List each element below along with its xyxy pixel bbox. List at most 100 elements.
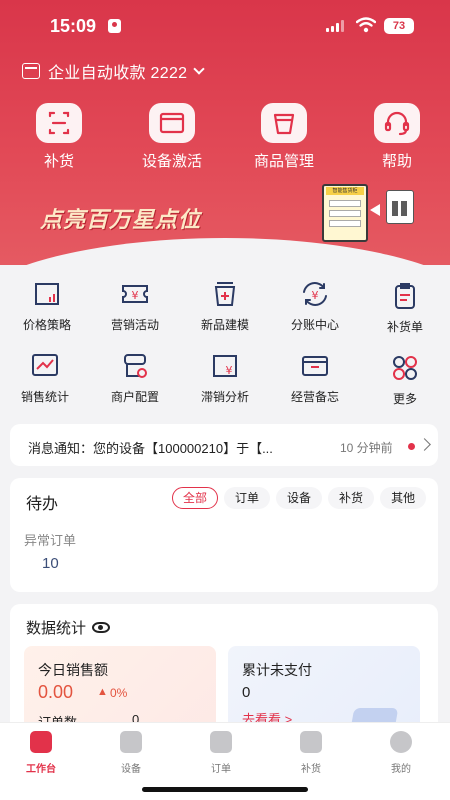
svg-text:¥: ¥ (312, 289, 319, 302)
tab-label: 工作台 (26, 764, 56, 775)
abnormal-orders-label: 异常订单 (24, 533, 77, 548)
svg-text:¥: ¥ (132, 289, 139, 302)
quick-action-label: 商品管理 (253, 153, 314, 170)
account-switcher[interactable]: 企业自动收款 2222 (22, 60, 206, 82)
tab-label: 设备 (121, 764, 141, 775)
today-sales-label: 今日销售额 (38, 662, 108, 678)
abnormal-orders-count[interactable]: 10 (42, 555, 59, 572)
todo-title: 待办 (26, 496, 59, 513)
message-notice-bar[interactable]: 消息通知：您的设备【100000210】于【... 10 分钟前 (10, 424, 438, 466)
function-grid: 价格策略 ¥ 营销活动 新品建模 ¥ 分账中心 补货单 销售统计 商户配置 ¥ … (0, 272, 450, 412)
clipboard-icon (388, 280, 422, 312)
grid-item-price-strategy[interactable]: 价格策略 (2, 278, 92, 333)
yen-coupon-icon: ¥ (118, 278, 152, 310)
tab-profile[interactable]: 我的 (371, 731, 431, 775)
todo-card: 待办 全部 订单 设备 补货 其他 异常订单 10 (10, 478, 438, 592)
filter-all[interactable]: 全部 (172, 487, 219, 509)
grid-item-label: 分账中心 (290, 318, 339, 332)
quick-action-device-activate[interactable]: 设备激活 (122, 103, 222, 171)
grid-item-label: 销售统计 (20, 390, 69, 404)
merchant-config-icon (118, 350, 152, 382)
svg-text:¥: ¥ (226, 364, 233, 377)
more-icon (388, 352, 422, 384)
filter-restock[interactable]: 补货 (328, 487, 375, 509)
grid-item-label: 营销活动 (110, 318, 159, 332)
quick-action-label: 设备激活 (141, 153, 202, 170)
grid-item-marketing[interactable]: ¥ 营销活动 (90, 278, 180, 333)
quick-action-restock[interactable]: 补货 (9, 103, 109, 171)
grid-item-label: 经营备忘 (290, 390, 339, 404)
notice-time: 10 分钟前 (340, 441, 393, 455)
grid-item-new-product[interactable]: 新品建模 (180, 278, 270, 333)
banner-pointer-icon (370, 204, 380, 216)
headset-icon (374, 103, 420, 143)
sales-chart-icon (28, 350, 62, 382)
price-chart-icon (30, 278, 64, 310)
grid-item-more[interactable]: 更多 (360, 352, 450, 407)
quick-action-label: 帮助 (381, 153, 412, 170)
promo-banner-text[interactable]: 点亮百万星点位 (40, 202, 201, 234)
yen-cycle-icon: ¥ (298, 278, 332, 310)
grid-item-restock-order[interactable]: 补货单 (360, 280, 450, 335)
contact-badge-icon (108, 19, 121, 33)
header-curve (0, 238, 450, 265)
grid-item-label: 更多 (392, 392, 417, 406)
wifi-icon (356, 17, 376, 33)
restock-truck-icon (300, 731, 322, 753)
cup-icon (261, 103, 307, 143)
scan-icon (36, 103, 82, 143)
tab-orders[interactable]: 订单 (191, 731, 251, 775)
today-sales-change: 0% (110, 686, 128, 700)
quick-action-help[interactable]: 帮助 (347, 103, 447, 171)
store-icon (22, 63, 40, 79)
device-icon (120, 731, 142, 753)
stats-title: 数据统计 (26, 620, 87, 637)
home-indicator (142, 787, 308, 792)
grid-item-merchant-config[interactable]: 商户配置 (90, 350, 180, 405)
grid-item-label: 补货单 (386, 320, 423, 334)
filter-orders[interactable]: 订单 (224, 487, 271, 509)
grid-item-label: 滞销分析 (200, 390, 249, 404)
unread-dot-icon (408, 443, 415, 450)
grid-item-label: 商户配置 (110, 390, 159, 404)
filter-other[interactable]: 其他 (380, 487, 427, 509)
grid-item-slow-sales[interactable]: ¥ 滞销分析 (180, 350, 270, 405)
tab-label: 我的 (391, 764, 411, 775)
arrow-up-icon: ▲ (97, 686, 108, 698)
tab-label: 补货 (301, 764, 321, 775)
tab-label: 订单 (211, 764, 231, 775)
todo-filter-tabs: 全部 订单 设备 补货 其他 (172, 487, 432, 511)
slow-sales-icon: ¥ (208, 350, 242, 382)
status-bar: 15:09 73 (0, 0, 450, 50)
chevron-right-icon (418, 438, 431, 451)
grid-item-business-memo[interactable]: 经营备忘 (270, 350, 360, 405)
tab-restock[interactable]: 补货 (281, 731, 341, 775)
tab-workbench[interactable]: 工作台 (11, 731, 71, 775)
quick-action-product-manage[interactable]: 商品管理 (234, 103, 334, 171)
status-time: 15:09 (50, 16, 97, 36)
quick-action-label: 补货 (43, 153, 74, 170)
grid-item-label: 价格策略 (22, 318, 71, 332)
battery-indicator: 73 (384, 18, 414, 34)
qr-code-icon (386, 190, 414, 224)
profile-icon (390, 731, 412, 753)
unpaid-label: 累计未支付 (242, 662, 312, 678)
account-name: 企业自动收款 2222 (48, 65, 188, 82)
eye-icon[interactable] (92, 622, 111, 633)
signal-icon (326, 20, 346, 32)
grid-item-split-center[interactable]: ¥ 分账中心 (270, 278, 360, 333)
memo-box-icon (298, 350, 332, 382)
quick-actions: 补货 设备激活 商品管理 帮助 (0, 103, 450, 173)
filter-devices[interactable]: 设备 (276, 487, 323, 509)
vending-machine-illustration: 智能售货柜 (322, 184, 368, 242)
today-sales-value: 0.00 (38, 682, 74, 702)
order-icon (210, 731, 232, 753)
card-icon (149, 103, 195, 143)
grid-item-label: 新品建模 (200, 318, 249, 332)
stats-title-row: 数据统计 (26, 617, 111, 638)
notice-text: 消息通知：您的设备【100000210】于【... (28, 441, 273, 456)
tab-device[interactable]: 设备 (101, 731, 161, 775)
workbench-icon (30, 731, 52, 753)
grid-item-sales-stats[interactable]: 销售统计 (0, 350, 90, 405)
chevron-down-icon (193, 63, 206, 75)
